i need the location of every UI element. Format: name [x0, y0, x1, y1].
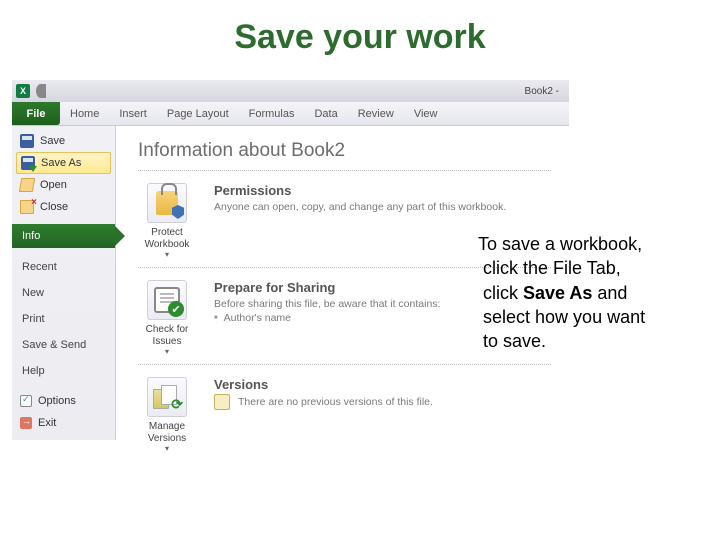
prepare-desc: Before sharing this file, be aware that …	[214, 297, 440, 312]
sidebar-options[interactable]: Options	[12, 390, 115, 412]
chevron-down-icon: ▾	[165, 444, 169, 453]
chevron-down-icon: ▾	[165, 347, 169, 356]
versions-desc: There are no previous versions of this f…	[238, 396, 433, 408]
save-icon	[20, 134, 34, 148]
qat-curve	[36, 84, 46, 98]
chevron-down-icon: ▾	[165, 250, 169, 259]
file-tab[interactable]: File	[12, 102, 60, 125]
sidebar-open[interactable]: Open	[12, 174, 115, 196]
open-icon	[19, 178, 35, 192]
divider	[138, 364, 551, 365]
info-heading: Information about Book2	[138, 140, 551, 162]
slide-title: Save your work	[234, 18, 485, 57]
check-issues-icon	[147, 280, 187, 320]
versions-title: Versions	[214, 377, 433, 392]
tab-review[interactable]: Review	[348, 102, 404, 125]
tab-insert[interactable]: Insert	[109, 102, 157, 125]
sidebar-new[interactable]: New	[12, 280, 115, 306]
exit-icon	[20, 417, 32, 429]
tab-page-layout[interactable]: Page Layout	[157, 102, 239, 125]
tab-formulas[interactable]: Formulas	[239, 102, 305, 125]
sidebar-label: Save As	[41, 157, 81, 169]
sidebar-save-send[interactable]: Save & Send	[12, 332, 115, 358]
sidebar-exit[interactable]: Exit	[12, 412, 115, 434]
tab-data[interactable]: Data	[304, 102, 347, 125]
divider	[138, 170, 551, 171]
sidebar-save[interactable]: Save	[12, 130, 115, 152]
window-titlebar: X Book2 -	[12, 80, 569, 102]
sidebar-close[interactable]: Close	[12, 196, 115, 218]
protect-workbook-button[interactable]: Protect Workbook▾	[138, 183, 196, 259]
ribbon-tabs: File Home Insert Page Layout Formulas Da…	[12, 102, 569, 126]
btn-label: Manage Versions	[138, 421, 196, 444]
sidebar-label: Options	[38, 395, 76, 407]
close-icon	[20, 200, 34, 214]
permissions-desc: Anyone can open, copy, and change any pa…	[214, 200, 506, 215]
tab-view[interactable]: View	[404, 102, 448, 125]
check-issues-button[interactable]: Check for Issues▾	[138, 280, 196, 356]
options-icon	[20, 395, 32, 407]
tab-home[interactable]: Home	[60, 102, 109, 125]
btn-label: Protect Workbook	[138, 227, 196, 250]
sidebar-save-as[interactable]: Save As	[16, 152, 111, 174]
protect-workbook-icon	[147, 183, 187, 223]
sidebar-label: Close	[40, 201, 68, 213]
sidebar-help[interactable]: Help	[12, 358, 115, 384]
backstage-sidebar: Save Save As Open Close Info Recent	[12, 126, 116, 440]
prepare-bullet: Author's name	[214, 312, 440, 324]
manage-versions-icon	[147, 377, 187, 417]
save-as-icon	[21, 156, 35, 170]
sidebar-print[interactable]: Print	[12, 306, 115, 332]
sidebar-label: Save	[40, 135, 65, 147]
sidebar-label: Open	[40, 179, 67, 191]
permissions-title: Permissions	[214, 183, 506, 198]
version-doc-icon	[214, 394, 230, 410]
sidebar-label: Exit	[38, 417, 56, 429]
sidebar-info-active[interactable]: Info	[12, 224, 115, 248]
sidebar-recent[interactable]: Recent	[12, 254, 115, 280]
manage-versions-button[interactable]: Manage Versions▾	[138, 377, 196, 453]
versions-section: Manage Versions▾ Versions There are no p…	[138, 377, 551, 453]
prepare-title: Prepare for Sharing	[214, 280, 440, 295]
sidebar-label: Info	[22, 230, 40, 242]
slide-explainer-text: To save a workbook, click the File Tab, …	[478, 232, 704, 353]
btn-label: Check for Issues	[138, 324, 196, 347]
excel-app-icon: X	[16, 84, 30, 98]
window-title-text: Book2 -	[64, 86, 565, 97]
